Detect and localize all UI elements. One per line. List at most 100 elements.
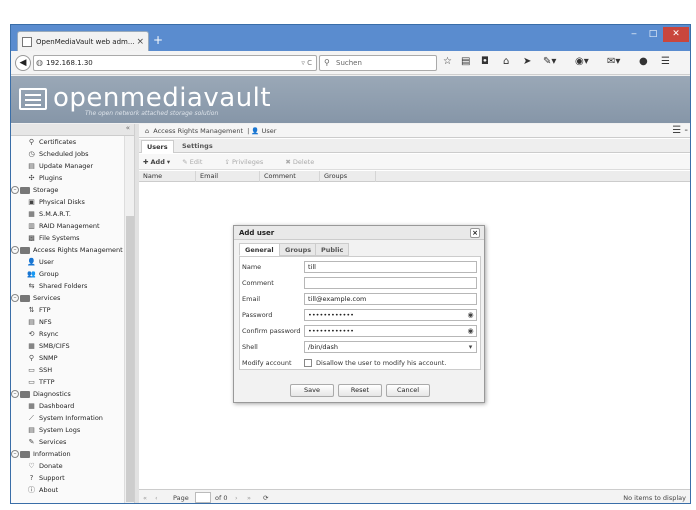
- bookmark-star-icon[interactable]: ☆: [443, 56, 452, 68]
- menu-icon[interactable]: ☰: [661, 56, 670, 68]
- first-page-icon[interactable]: «: [143, 490, 147, 503]
- dialog-title-bar[interactable]: Add user ×: [234, 226, 484, 240]
- confirm-password-value: ••••••••••••: [308, 327, 355, 335]
- nav-bar: ◀ ◍ 192.168.1.30 ▿ C ⚲ Suchen ☆ ▤ ◘ ⌂ ➤ …: [11, 51, 690, 75]
- panel-menu-icon[interactable]: ☰ -: [672, 124, 688, 138]
- sidebar-item[interactable]: ▦ SMB/CIFS: [11, 340, 134, 352]
- browser-tab[interactable]: OpenMediaVault web adm... ×: [17, 31, 149, 51]
- url-bar[interactable]: ◍ 192.168.1.30 ▿ C: [33, 55, 317, 71]
- sidebar-item[interactable]: ▭ SSH: [11, 364, 134, 376]
- sidebar-item[interactable]: – Services: [11, 292, 134, 304]
- tab-settings[interactable]: Settings: [177, 140, 218, 153]
- sidebar-item[interactable]: 👥 Group: [11, 268, 134, 280]
- chevron-down-icon[interactable]: ▾: [466, 342, 475, 352]
- send-icon[interactable]: ➤: [523, 56, 531, 68]
- next-page-icon[interactable]: ›: [235, 490, 238, 503]
- confirm-password-field[interactable]: •••••••••••• ◉: [304, 325, 477, 337]
- collapse-node-icon[interactable]: –: [11, 390, 19, 398]
- show-password-icon[interactable]: ◉: [466, 310, 475, 320]
- sidebar-item[interactable]: ▤ System Logs: [11, 424, 134, 436]
- maximize-button[interactable]: □: [644, 27, 662, 42]
- modify-account-checkbox[interactable]: [304, 359, 312, 367]
- cancel-button[interactable]: Cancel: [386, 384, 430, 397]
- save-button[interactable]: Save: [290, 384, 334, 397]
- collapse-node-icon[interactable]: –: [11, 450, 19, 458]
- sidebar-item[interactable]: ♡ Donate: [11, 460, 134, 472]
- prev-page-icon[interactable]: ‹: [155, 490, 158, 503]
- reload-icon[interactable]: ▿ C: [301, 56, 312, 70]
- tab-groups[interactable]: Groups: [279, 243, 318, 256]
- sidebar-item[interactable]: ▦ S.M.A.R.T.: [11, 208, 134, 220]
- collapse-node-icon[interactable]: –: [11, 246, 19, 254]
- sidebar-item[interactable]: ? Support: [11, 472, 134, 484]
- delete-button[interactable]: ✖ Delete: [285, 158, 324, 166]
- sidebar-item[interactable]: ▣ Physical Disks: [11, 196, 134, 208]
- breadcrumb-item[interactable]: Access Rights Management: [153, 127, 243, 135]
- sidebar-item[interactable]: ⓘ About: [11, 484, 134, 496]
- addon3-icon[interactable]: ✉▾: [607, 56, 620, 68]
- tab-public-keys[interactable]: Public keys: [315, 243, 350, 267]
- show-confirm-password-icon[interactable]: ◉: [466, 326, 475, 336]
- tab-close-icon[interactable]: ×: [136, 37, 144, 47]
- minimize-button[interactable]: ‒: [625, 27, 643, 42]
- sidebar-item[interactable]: ◷ Scheduled Jobs: [11, 148, 134, 160]
- sidebar-item[interactable]: ▥ RAID Management: [11, 220, 134, 232]
- collapse-icon[interactable]: «: [126, 124, 130, 132]
- shell-select[interactable]: /bin/dash ▾: [304, 341, 477, 353]
- sidebar-scrollbar[interactable]: [124, 136, 134, 503]
- tab-users[interactable]: Users: [141, 140, 174, 153]
- sidebar-item[interactable]: ⇅ FTP: [11, 304, 134, 316]
- sidebar-item[interactable]: ⚲ SNMP: [11, 352, 134, 364]
- password-field[interactable]: •••••••••••• ◉: [304, 309, 477, 321]
- modify-account-text[interactable]: Disallow the user to modify his account.: [316, 359, 446, 367]
- sidebar-item[interactable]: ▤ Update Manager: [11, 160, 134, 172]
- column-filler: [375, 171, 380, 182]
- reset-button[interactable]: Reset: [338, 384, 382, 397]
- sidebar-item[interactable]: – Access Rights Management: [11, 244, 134, 256]
- sidebar-item[interactable]: ✎ Services: [11, 436, 134, 448]
- raid-icon: ▥: [28, 221, 35, 230]
- home-icon[interactable]: ⌂: [503, 56, 509, 68]
- sidebar-item[interactable]: ▦ Dashboard: [11, 400, 134, 412]
- sidebar-item[interactable]: ⟲ Rsync: [11, 328, 134, 340]
- sidebar-item[interactable]: ⚲ Certificates: [11, 136, 134, 148]
- sidebar-item[interactable]: ✣ Plugins: [11, 172, 134, 184]
- name-field[interactable]: till: [304, 261, 477, 273]
- bookmarks-icon[interactable]: ▤: [461, 56, 470, 68]
- email-field[interactable]: till@example.com: [304, 293, 477, 305]
- refresh-icon[interactable]: ⟳: [263, 490, 268, 503]
- search-input[interactable]: ⚲ Suchen: [319, 55, 437, 71]
- sidebar-item[interactable]: ⇆ Shared Folders: [11, 280, 134, 292]
- comment-field[interactable]: [304, 277, 477, 289]
- sidebar-item[interactable]: ▭ TFTP: [11, 376, 134, 388]
- column-comment[interactable]: Comment: [259, 171, 296, 182]
- sidebar-item[interactable]: – Storage: [11, 184, 134, 196]
- addon-icon[interactable]: ✎▾: [543, 56, 556, 68]
- new-tab-button[interactable]: +: [153, 34, 163, 46]
- column-name[interactable]: Name: [139, 171, 162, 182]
- pocket-icon[interactable]: ◘: [481, 56, 489, 68]
- close-icon[interactable]: ×: [470, 228, 480, 238]
- back-button[interactable]: ◀: [15, 55, 31, 71]
- sidebar-item[interactable]: ⟋ System Information: [11, 412, 134, 424]
- close-window-button[interactable]: ✕: [663, 27, 689, 42]
- collapse-node-icon[interactable]: –: [11, 294, 19, 302]
- page-input[interactable]: [195, 492, 211, 503]
- home-crumb-icon[interactable]: ⌂: [145, 127, 149, 135]
- last-page-icon[interactable]: »: [247, 490, 251, 503]
- column-groups[interactable]: Groups: [319, 171, 375, 182]
- omv-tagline: The open network attached storage soluti…: [85, 110, 219, 117]
- sidebar-item[interactable]: ▤ NFS: [11, 316, 134, 328]
- sidebar-item[interactable]: – Information: [11, 448, 134, 460]
- privileges-button[interactable]: ⇪ Privileges: [224, 158, 273, 166]
- chat-icon[interactable]: ●: [639, 56, 648, 68]
- collapse-node-icon[interactable]: –: [11, 186, 19, 194]
- sidebar-item[interactable]: 👤 User: [11, 256, 134, 268]
- add-button[interactable]: ✚ Add ▾: [143, 158, 170, 166]
- edit-button[interactable]: ✎ Edit: [182, 158, 212, 166]
- column-email[interactable]: Email: [195, 171, 218, 182]
- tab-general[interactable]: General: [239, 243, 280, 256]
- sidebar-item[interactable]: ▩ File Systems: [11, 232, 134, 244]
- addon2-icon[interactable]: ◉▾: [575, 56, 589, 68]
- sidebar-item[interactable]: – Diagnostics: [11, 388, 134, 400]
